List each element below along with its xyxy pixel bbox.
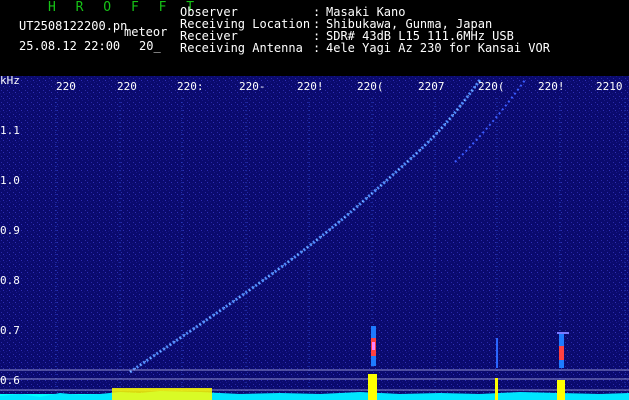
file-suffix: meteor — [124, 25, 168, 39]
header-panel: H R O F F T UT2508122200.pn meteor 25.08… — [0, 0, 629, 76]
file-name: UT2508122200.pn — [19, 19, 128, 33]
spectrogram-canvas — [0, 76, 629, 400]
y-tick: 1.1 — [0, 124, 20, 137]
axis-unit: kHz — [0, 76, 20, 87]
date-sub: 20_ — [139, 39, 161, 53]
x-tick: 220! — [538, 80, 565, 93]
y-tick: 0.7 — [0, 324, 20, 337]
antenna-colon: : — [313, 41, 321, 55]
x-tick: 220! — [297, 80, 324, 93]
date-time: 25.08.12 22:00 — [19, 39, 121, 53]
antenna-label: Receiving Antenna — [180, 41, 303, 55]
y-tick: 0.8 — [0, 274, 20, 287]
x-tick: 220 — [56, 80, 76, 93]
noise-background — [0, 76, 629, 400]
y-tick: 0.9 — [0, 224, 20, 237]
x-tick: 220( — [478, 80, 505, 93]
x-tick: 220( — [357, 80, 384, 93]
meteor-echo-1 — [371, 326, 376, 366]
y-tick: 0.6 — [0, 374, 20, 387]
x-tick: 2207 — [418, 80, 445, 93]
x-tick: 220- — [239, 80, 266, 93]
app-title: H R O F F T — [48, 0, 201, 15]
y-tick: 1.0 — [0, 174, 20, 187]
x-tick: 220 — [117, 80, 137, 93]
antenna-value: 4ele Yagi Az 230 for Kansai VOR — [326, 41, 550, 55]
spectrogram-panel: kHz 1.1 1.0 0.9 0.8 0.7 0.6 — [0, 76, 629, 400]
x-tick: 2210 — [596, 80, 623, 93]
meteor-echo-2 — [496, 338, 498, 368]
x-tick: 220: — [177, 80, 204, 93]
